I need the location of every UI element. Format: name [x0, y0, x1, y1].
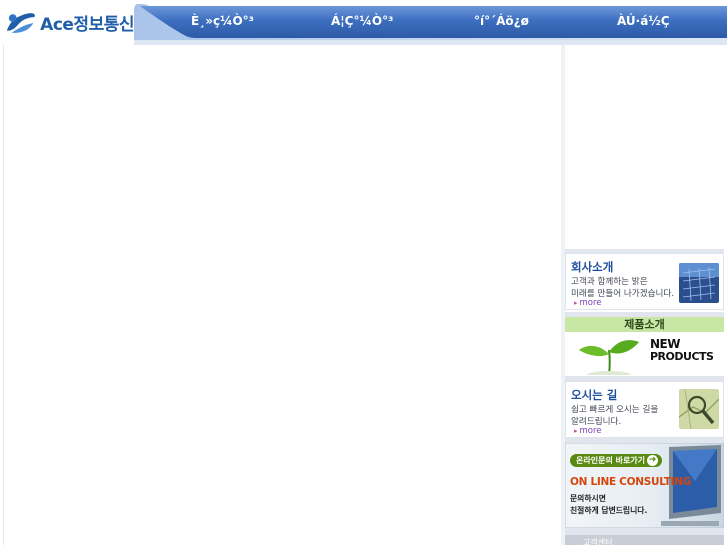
location-more-link[interactable]: ▸ more: [574, 426, 602, 436]
location-banner[interactable]: 오시는 길 쉽고 빠르게 오시는 길을 알려드립니다. ▸ more: [565, 381, 724, 438]
page: Ace정보통신 È¸»ç¼Ò°³ Á¦Ç°¼Ò°³ °í°´Áö¿ø ÀÚ·á½…: [0, 0, 727, 545]
more-label: more: [579, 298, 602, 308]
customer-center-banner[interactable]: 고객센터: [565, 535, 724, 545]
customer-center-title: 고객센터: [583, 538, 613, 545]
ace-logo-icon: [6, 13, 35, 33]
solar-panel-icon: [679, 263, 719, 303]
company-line-1: 고객과 함께하는 밝은: [571, 277, 648, 287]
logo-text: Ace정보통신: [40, 14, 134, 35]
online-consulting-banner[interactable]: 온라인문의 바로가기 ➜ ON LINE CONSULTING 문의하시면 친절…: [565, 443, 724, 528]
consulting-line-2: 친절하게 답변드립니다.: [570, 506, 648, 515]
online-inquiry-label: 온라인문의 바로가기: [576, 456, 646, 465]
more-label: more: [579, 426, 602, 436]
products-banner[interactable]: 제품소개 NEW PRODUCTS: [565, 317, 724, 375]
map-magnifier-icon: [679, 389, 719, 429]
consulting-line-1: 문의하시면: [570, 494, 606, 503]
products-title: 제품소개: [565, 317, 724, 332]
arrow-right-icon: ➜: [647, 455, 658, 466]
main-content: [3, 45, 562, 545]
company-more-link[interactable]: ▸ more: [574, 298, 602, 308]
products-label: PRODUCTS: [650, 350, 714, 363]
divider: [565, 528, 724, 535]
site-logo[interactable]: Ace정보통신: [0, 0, 134, 44]
nav-item-company[interactable]: È¸»ç¼Ò°³: [191, 14, 254, 32]
location-title: 오시는 길: [571, 388, 618, 402]
consulting-title: ON LINE CONSULTING: [570, 476, 692, 488]
nav-item-support[interactable]: °í°´Áö¿ø: [474, 14, 529, 32]
nav-item-downloads[interactable]: ÀÚ·á½Ç: [617, 14, 670, 32]
top-navigation: È¸»ç¼Ò°³ Á¦Ç°¼Ò°³ °í°´Áö¿ø ÀÚ·á½Ç: [134, 0, 727, 40]
arrow-right-icon: ▸: [574, 427, 578, 435]
arrow-right-icon: ▸: [574, 299, 578, 307]
company-intro-banner[interactable]: 회사소개 고객과 함께하는 밝은 미래를 만들어 나가겠습니다. ▸ more: [565, 253, 724, 310]
nav-item-products[interactable]: Á¦Ç°¼Ò°³: [331, 14, 393, 32]
products-new-label: NEW: [650, 337, 680, 351]
location-line-1: 쉽고 빠르게 오시는 길을: [571, 405, 659, 415]
company-title: 회사소개: [571, 260, 614, 274]
